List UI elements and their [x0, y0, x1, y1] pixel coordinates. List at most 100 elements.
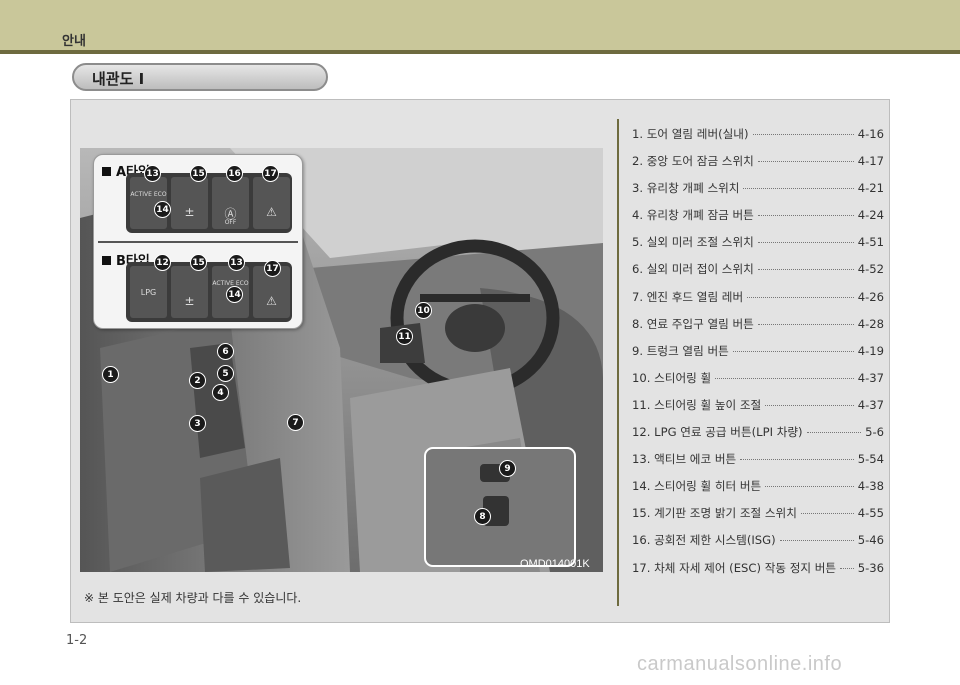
toc-leader-dots — [757, 215, 854, 217]
badge-1: 1 — [102, 366, 119, 383]
toc-item-title: 14. 스티어링 휠 히터 버튼 — [632, 479, 762, 494]
badge-7: 7 — [287, 414, 304, 431]
badge-13b: 13 — [228, 254, 245, 271]
toc-item-page: 5-6 — [865, 425, 884, 440]
toc-item-title: 17. 차체 자세 제어 (ESC) 작동 정지 버튼 — [632, 560, 837, 575]
toc-item: 10. 스티어링 휠 4-37 — [632, 370, 884, 397]
toc-item-page: 4-21 — [857, 181, 884, 196]
toc-item-page: 4-26 — [857, 289, 884, 304]
badge-17b: 17 — [264, 260, 281, 277]
toc-leader-dots — [715, 377, 854, 379]
switch-dimmer: ± — [171, 177, 208, 229]
toc-item: 15. 계기판 조명 밝기 조절 스위치 4-55 — [632, 505, 884, 532]
badge-2: 2 — [189, 372, 206, 389]
toc-item-page: 4-24 — [857, 208, 884, 223]
toc-leader-dots — [752, 134, 854, 135]
badge-12: 12 — [154, 254, 171, 271]
badge-15: 15 — [190, 165, 207, 182]
switch-esc: ⚠ — [253, 177, 290, 229]
toc-item-title: 1. 도어 열림 레버(실내) — [632, 127, 749, 141]
toc-item-title: 13. 액티브 에코 버튼 — [632, 452, 737, 467]
toc-item-page: 4-19 — [857, 343, 884, 358]
toc-item: 9. 트렁크 열림 버튼 4-19 — [632, 343, 884, 370]
switch-dimmer-b: ± — [171, 266, 208, 318]
type-a-panel: A타입 ACTIVE ECO ± Ⓐ OFF ⚠ 13 15 16 17 14 — [98, 161, 298, 233]
toc-item-page: 4-38 — [857, 479, 884, 494]
toc-item-page: 4-55 — [857, 506, 884, 521]
toc-item: 11. 스티어링 휠 높이 조절 4-37 — [632, 397, 884, 424]
toc-item-page: 4-52 — [857, 262, 884, 277]
switch-lpg: LPG — [130, 266, 167, 318]
toc-item: 2. 중앙 도어 잠금 스위치 4-17 — [632, 153, 884, 180]
header-rule — [0, 50, 960, 54]
toc-leader-dots — [757, 269, 854, 271]
toc-item-page: 5-54 — [857, 452, 884, 467]
watermark: carmanualsonline.info — [637, 653, 843, 675]
badge-17: 17 — [262, 165, 279, 182]
toc-item: 6. 실외 미러 접이 스위치 4-52 — [632, 261, 884, 288]
toc-leader-dots — [740, 459, 854, 461]
badge-8: 8 — [474, 508, 491, 525]
toc-leader-dots — [747, 296, 854, 298]
toc-divider — [617, 119, 619, 606]
toc-item-title: 15. 계기판 조명 밝기 조절 스위치 — [632, 506, 797, 521]
toc-item-title: 3. 유리창 개폐 스위치 — [632, 181, 740, 196]
toc-item-title: 12. LPG 연료 공급 버튼(LPI 차량) — [632, 425, 803, 440]
badge-6: 6 — [217, 343, 234, 360]
toc-leader-dots — [806, 432, 862, 434]
page-number: 1-2 — [66, 633, 88, 648]
toc-leader-dots — [765, 404, 854, 406]
brightness-icon-b: ± — [184, 294, 195, 308]
toc-item-page: 4-17 — [857, 154, 884, 169]
toc-leader-dots — [732, 350, 854, 352]
toc-item: 7. 엔진 후드 열림 레버 4-26 — [632, 289, 884, 316]
badge-16: 16 — [226, 165, 243, 182]
toc-item-title: 16. 공회전 제한 시스템(ISG) — [632, 533, 776, 548]
toc-item-page: 4-37 — [857, 397, 884, 412]
toc-item-title: 10. 스티어링 휠 — [632, 370, 712, 385]
figure-code: OMD014001K — [520, 558, 590, 570]
toc-item-title: 2. 중앙 도어 잠금 스위치 — [632, 154, 754, 169]
header-title: 안내 — [62, 34, 86, 49]
badge-4: 4 — [212, 384, 229, 401]
esc-off-icon: ⚠ — [266, 205, 277, 219]
toc-leader-dots — [757, 161, 854, 163]
switch-lpg-label: LPG — [140, 288, 157, 297]
toc-item: 16. 공회전 제한 시스템(ISG) 5-46 — [632, 532, 884, 559]
switch-active-eco-label: ACTIVE ECO — [130, 191, 167, 198]
badge-3: 3 — [189, 415, 206, 432]
badge-13: 13 — [144, 165, 161, 182]
badge-9: 9 — [499, 460, 516, 477]
toc-leader-dots — [840, 567, 854, 569]
toc-item-title: 4. 유리창 개폐 잠금 버튼 — [632, 208, 754, 223]
toc-item: 17. 차체 자세 제어 (ESC) 작동 정지 버튼 5-36 — [632, 560, 884, 587]
brightness-icon: ± — [184, 205, 195, 219]
toc-item: 8. 연료 주입구 열림 버튼 4-28 — [632, 316, 884, 343]
badge-5: 5 — [217, 365, 234, 382]
toc-item-page: 5-36 — [857, 560, 884, 575]
toc-item-title: 7. 엔진 후드 열림 레버 — [632, 289, 744, 304]
toc-item-page: 4-16 — [857, 127, 884, 141]
toc-item-title: 8. 연료 주입구 열림 버튼 — [632, 316, 754, 331]
toc-item: 12. LPG 연료 공급 버튼(LPI 차량) 5-6 — [632, 424, 884, 451]
toc-item-page: 5-46 — [857, 533, 884, 548]
badge-11: 11 — [396, 328, 413, 345]
toc-item-page: 4-51 — [857, 235, 884, 250]
toc-item: 3. 유리창 개폐 스위치 4-21 — [632, 180, 884, 207]
toc-item-page: 4-37 — [857, 370, 884, 385]
switch-inset: A타입 ACTIVE ECO ± Ⓐ OFF ⚠ 13 15 16 17 14 … — [93, 154, 303, 329]
header-band — [0, 0, 960, 54]
toc-leader-dots — [800, 513, 854, 515]
toc-leader-dots — [757, 323, 854, 325]
toc-item: 5. 실외 미러 조절 스위치 4-51 — [632, 234, 884, 261]
toc-item-title: 11. 스티어링 휠 높이 조절 — [632, 397, 762, 412]
toc-leader-dots — [765, 486, 854, 488]
toc-list: 1. 도어 열림 레버(실내) 4-16 2. 중앙 도어 잠금 스위치 4-17 3.… — [632, 126, 884, 587]
toc-item: 13. 액티브 에코 버튼 5-54 — [632, 451, 884, 478]
section-title: 내관도 I — [92, 70, 145, 88]
toc-item: 4. 유리창 개폐 잠금 버튼 4-24 — [632, 207, 884, 234]
toc-leader-dots — [779, 540, 854, 542]
switch-isg: Ⓐ OFF — [212, 177, 249, 229]
switch-isg-off-label: OFF — [224, 219, 237, 226]
badge-14b: 14 — [226, 286, 243, 303]
